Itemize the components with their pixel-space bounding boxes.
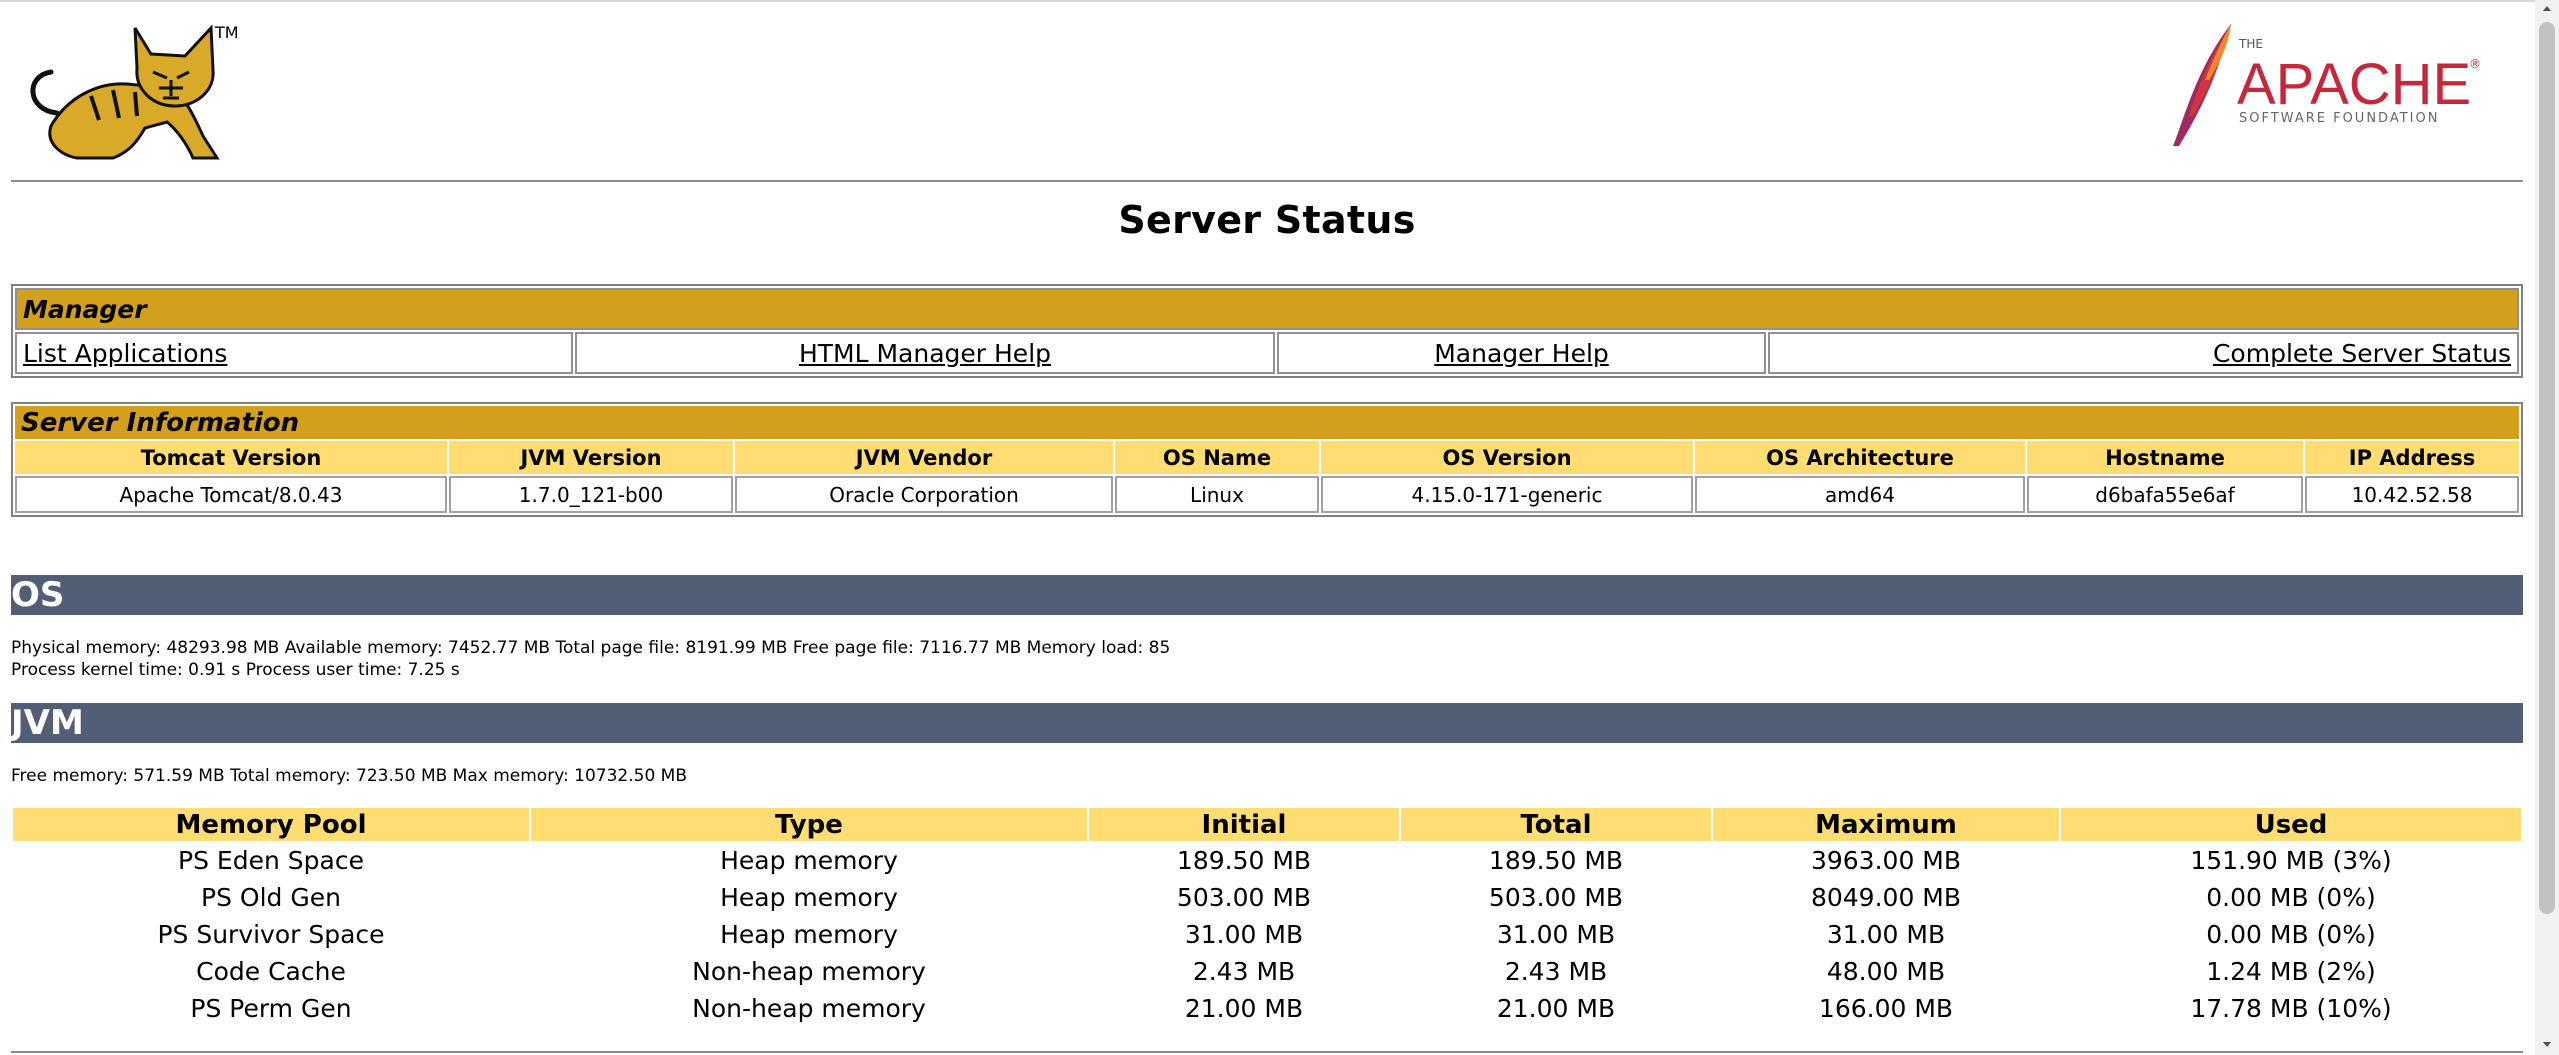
header-jvm-version: JVM Version	[449, 441, 733, 474]
header-maximum: Maximum	[1713, 808, 2059, 841]
apache-the: THE	[2238, 37, 2263, 51]
pool-type: Heap memory	[720, 920, 898, 949]
header-initial: Initial	[1089, 808, 1399, 841]
server-info-table: Server Information Tomcat Version JVM Ve…	[11, 402, 2523, 517]
manager-cell-help: Manager Help	[1277, 332, 1766, 374]
jvm-heading: JVM	[11, 703, 2523, 743]
pool-total: 31.00 MB	[1496, 920, 1616, 949]
header-os-architecture: OS Architecture	[1695, 441, 2025, 474]
pool-name: Code Cache	[196, 957, 346, 986]
pool-total: 503.00 MB	[1488, 883, 1624, 912]
manager-cell-html-help: HTML Manager Help	[575, 332, 1275, 374]
pool-type: Heap memory	[720, 846, 898, 875]
apache-name: APACHE	[2237, 52, 2471, 117]
pool-name: PS Old Gen	[201, 883, 341, 912]
scroll-down-arrow-icon[interactable]	[2540, 1037, 2554, 1051]
manager-table: Manager List Applications HTML Manager H…	[11, 284, 2523, 378]
header-jvm-vendor: JVM Vendor	[735, 441, 1113, 474]
tomcat-tm: TM	[214, 23, 237, 42]
pool-initial: 21.00 MB	[1184, 994, 1304, 1023]
os-memory-line: Physical memory: 48293.98 MB Available m…	[11, 638, 1171, 658]
pool-initial: 31.00 MB	[1184, 920, 1304, 949]
bottom-divider	[11, 1051, 2523, 1053]
pool-maximum: 3963.00 MB	[1810, 846, 1962, 875]
header-type: Type	[531, 808, 1087, 841]
pool-initial: 189.50 MB	[1176, 846, 1312, 875]
value-os-architecture: amd64	[1695, 476, 2025, 513]
memory-pool-row: PS Survivor Space Heap memory 31.00 MB 31.0…	[13, 917, 2521, 952]
memory-pool-header-row: Memory Pool Type Initial Total Maximum U…	[13, 808, 2521, 841]
header-memory-pool: Memory Pool	[13, 808, 529, 841]
manager-cell-complete: Complete Server Status	[1768, 332, 2519, 374]
pool-initial: 2.43 MB	[1192, 957, 1296, 986]
memory-pool-row: PS Eden Space Heap memory 189.50 MB 189.50 …	[13, 843, 2521, 878]
page-title: Server Status	[1118, 198, 1416, 242]
apache-sub: SOFTWARE FOUNDATION	[2239, 111, 2439, 126]
html-manager-help-link[interactable]: HTML Manager Help	[799, 339, 1051, 368]
apache-feather-icon	[2173, 24, 2231, 146]
scrollbar-thumb[interactable]	[2539, 22, 2555, 914]
pool-name: PS Eden Space	[178, 846, 364, 875]
pool-used: 151.90 MB (3%)	[2190, 846, 2392, 875]
header-used: Used	[2061, 808, 2521, 841]
pool-maximum: 166.00 MB	[1818, 994, 1954, 1023]
os-process-line: Process kernel time: 0.91 s Process user…	[11, 660, 460, 680]
header-os-name: OS Name	[1115, 441, 1319, 474]
complete-server-status-link[interactable]: Complete Server Status	[2213, 339, 2511, 368]
memory-pool-row: PS Old Gen Heap memory 503.00 MB 503.00 MB 8…	[13, 880, 2521, 915]
memory-pool-table: Memory Pool Type Initial Total Maximum U…	[11, 806, 2523, 1028]
pool-type: Non-heap memory	[692, 994, 926, 1023]
header-tomcat-version: Tomcat Version	[15, 441, 447, 474]
pool-used: 0.00 MB (0%)	[2206, 920, 2376, 949]
server-info-header-row: Tomcat Version JVM Version JVM Vendor OS…	[15, 441, 2519, 474]
pool-name: PS Survivor Space	[157, 920, 385, 949]
header-divider	[11, 180, 2523, 182]
value-tomcat-version: Apache Tomcat/8.0.43	[15, 476, 447, 513]
server-info-title: Server Information	[15, 406, 2519, 439]
memory-pool-row: PS Perm Gen Non-heap memory 21.00 MB 21.00 …	[13, 991, 2521, 1026]
scroll-up-arrow-icon[interactable]	[2540, 2, 2554, 16]
server-info-value-row: Apache Tomcat/8.0.43 1.7.0_121-b00 Oracl…	[15, 476, 2519, 513]
value-hostname: d6bafa55e6af	[2027, 476, 2303, 513]
pool-name: PS Perm Gen	[190, 994, 352, 1023]
apache-registered: ®	[2469, 57, 2481, 71]
apache-logo[interactable]: THE APACHE ® SOFTWARE FOUNDATION	[2159, 20, 2489, 150]
pool-used: 17.78 MB (10%)	[2190, 994, 2392, 1023]
pool-maximum: 8049.00 MB	[1810, 883, 1962, 912]
os-heading: OS	[11, 575, 2523, 615]
memory-pool-row: Code Cache Non-heap memory 2.43 MB 2.43 MB 4…	[13, 954, 2521, 989]
list-applications-link[interactable]: List Applications	[23, 339, 227, 368]
pool-used: 1.24 MB (2%)	[2206, 957, 2376, 986]
value-ip-address: 10.42.52.58	[2305, 476, 2519, 513]
manager-cell-list: List Applications	[15, 332, 573, 374]
pool-initial: 503.00 MB	[1176, 883, 1312, 912]
manager-title: Manager	[15, 288, 2519, 330]
pool-maximum: 48.00 MB	[1826, 957, 1946, 986]
pool-type: Heap memory	[720, 883, 898, 912]
pool-total: 189.50 MB	[1488, 846, 1624, 875]
pool-used: 0.00 MB (0%)	[2206, 883, 2376, 912]
value-jvm-vendor: Oracle Corporation	[735, 476, 1113, 513]
pool-maximum: 31.00 MB	[1826, 920, 1946, 949]
header-os-version: OS Version	[1321, 441, 1693, 474]
memory-pool-body: PS Eden Space Heap memory 189.50 MB 189.50 …	[13, 843, 2521, 1026]
value-jvm-version: 1.7.0_121-b00	[449, 476, 733, 513]
pool-type: Non-heap memory	[692, 957, 926, 986]
header: TM THE APACHE ® SOFTWARE FOUNDATION	[11, 0, 2523, 180]
tomcat-logo[interactable]: TM	[17, 18, 237, 166]
manager-help-link[interactable]: Manager Help	[1434, 339, 1609, 368]
value-os-version: 4.15.0-171-generic	[1321, 476, 1693, 513]
value-os-name: Linux	[1115, 476, 1319, 513]
header-hostname: Hostname	[2027, 441, 2303, 474]
pool-total: 2.43 MB	[1504, 957, 1608, 986]
page: TM THE APACHE ® SOFTWARE FOUNDATION Serv…	[11, 0, 2523, 1053]
header-ip-address: IP Address	[2305, 441, 2519, 474]
header-total: Total	[1401, 808, 1711, 841]
pool-total: 21.00 MB	[1496, 994, 1616, 1023]
jvm-memory-line: Free memory: 571.59 MB Total memory: 723…	[11, 766, 687, 786]
